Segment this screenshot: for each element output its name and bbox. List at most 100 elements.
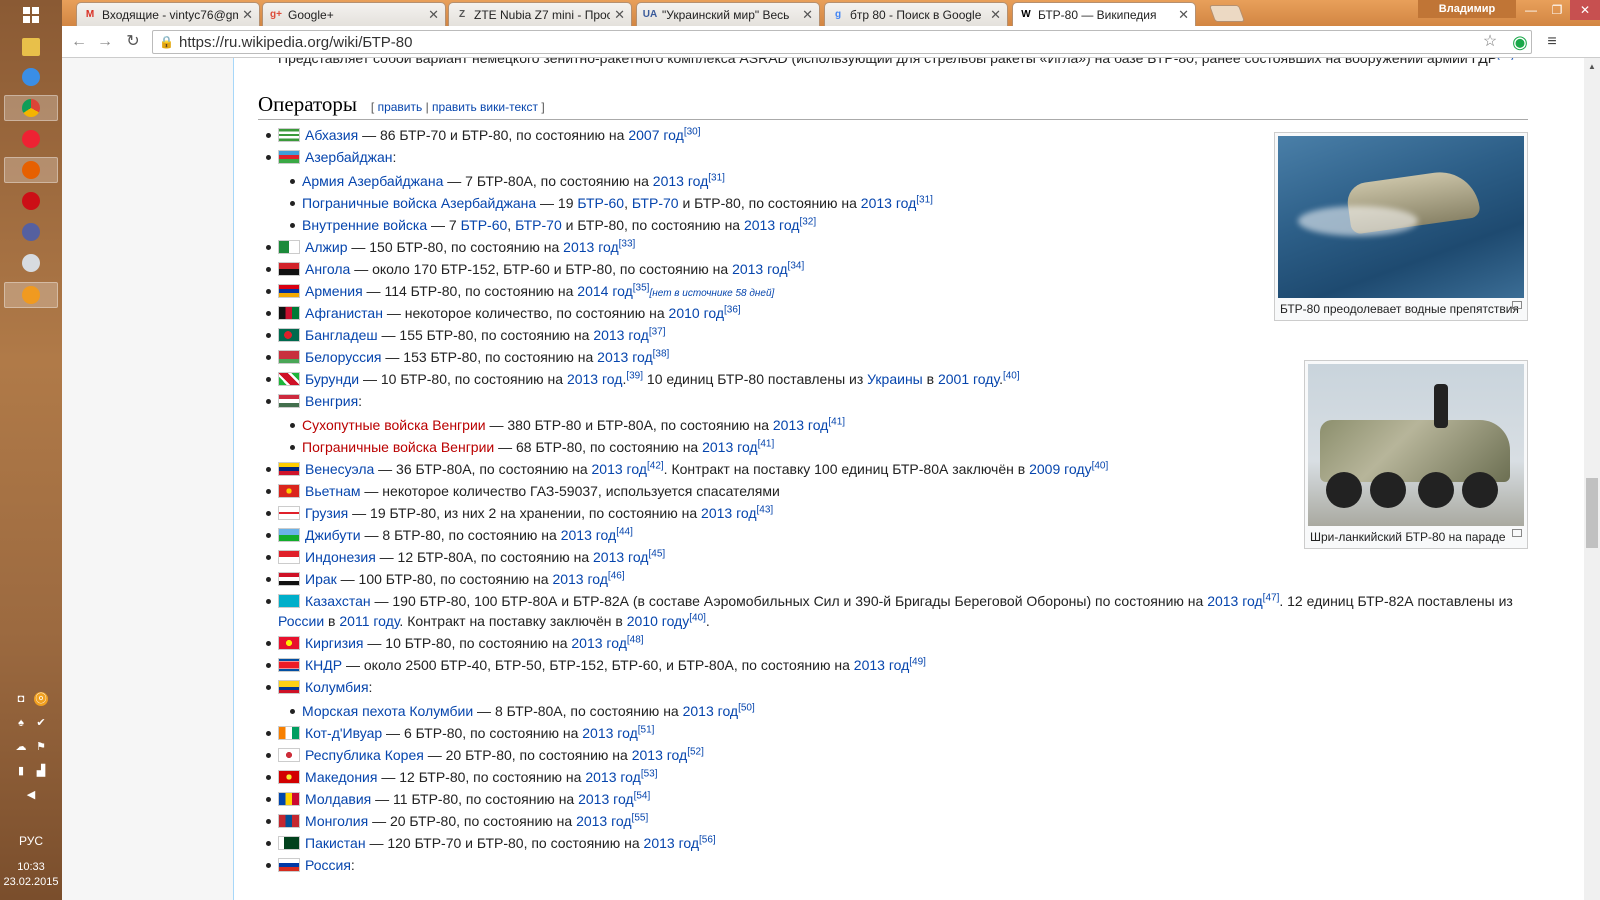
wiki-link[interactable]: Колумбия — [305, 679, 369, 695]
wiki-redlink[interactable]: Пограничные войска Венгрии — [302, 439, 494, 455]
reference-link[interactable]: [45] — [648, 548, 665, 559]
reference-link[interactable]: [51] — [638, 724, 655, 735]
close-tab-icon[interactable]: ✕ — [802, 7, 813, 23]
wiki-link[interactable]: Вьетнам — [305, 483, 361, 499]
wiki-link[interactable]: Кот-д'Ивуар — [305, 725, 382, 741]
wiki-link[interactable]: 2013 год — [702, 439, 757, 455]
wiki-link[interactable]: Индонезия — [305, 549, 376, 565]
wiki-link[interactable]: 2013 год — [592, 461, 647, 477]
taskbar-firefox[interactable] — [4, 157, 58, 183]
wiki-link[interactable]: Ангола — [305, 261, 350, 277]
wiki-link[interactable]: Венесуэла — [305, 461, 374, 477]
wiki-redlink[interactable]: Сухопутные войска Венгрии — [302, 417, 486, 433]
reference-link[interactable]: [46] — [608, 570, 625, 581]
wiki-link[interactable]: 2013 год — [561, 527, 616, 543]
wiki-link[interactable]: Абхазия — [305, 127, 358, 143]
shield-icon[interactable]: ✔ — [34, 716, 48, 730]
reference-link[interactable]: [40] — [689, 612, 706, 623]
wiki-link[interactable]: 2013 год — [861, 195, 916, 211]
wiki-link[interactable]: 2013 год — [683, 703, 738, 719]
bookmark-star-icon[interactable]: ☆ — [1480, 32, 1500, 52]
reference-link[interactable]: [41] — [758, 438, 775, 449]
reference-link[interactable]: [36] — [724, 304, 741, 315]
tab-1[interactable]: g+ Google+ ✕ — [262, 2, 446, 26]
reference-link[interactable]: [31] — [916, 194, 933, 205]
wiki-link[interactable]: 2013 год — [854, 657, 909, 673]
wiki-link[interactable]: 2013 год — [597, 349, 652, 365]
wiki-link[interactable]: Македония — [305, 769, 377, 785]
close-window-button[interactable]: ✕ — [1570, 0, 1600, 20]
close-tab-icon[interactable]: ✕ — [1178, 7, 1189, 23]
wiki-link[interactable]: Пакистан — [305, 835, 366, 851]
wiki-link[interactable]: БТР-60 — [461, 217, 508, 233]
wiki-link[interactable]: 2011 году — [339, 613, 399, 629]
taskbar-chrome[interactable] — [4, 95, 58, 121]
wiki-link[interactable]: 2013 год — [578, 791, 633, 807]
btr-water-image[interactable] — [1278, 136, 1524, 298]
flag-icon[interactable]: ⚑ — [34, 740, 48, 754]
wiki-link[interactable]: 2013 год — [593, 327, 648, 343]
enlarge-icon[interactable] — [1512, 301, 1522, 309]
reference-link[interactable]: [40] — [1003, 370, 1020, 381]
reference-link[interactable]: [35] — [633, 282, 650, 293]
wiki-link[interactable]: 2013 год — [732, 261, 787, 277]
wiki-link[interactable]: 2013 год — [644, 835, 699, 851]
maximize-button[interactable]: ❐ — [1544, 0, 1570, 20]
wiki-link[interactable]: 2013 год — [632, 747, 687, 763]
reference-link[interactable]: [54] — [634, 790, 651, 801]
wiki-link[interactable]: 2007 год — [628, 127, 683, 143]
profile-button[interactable]: Владимир — [1418, 0, 1516, 18]
wiki-link[interactable]: Афганистан — [305, 305, 383, 321]
edit-source-link[interactable]: править вики-текст — [432, 100, 538, 114]
taskbar-opera[interactable] — [4, 188, 58, 214]
minimize-button[interactable]: — — [1518, 0, 1544, 20]
reference-link[interactable]: [55] — [632, 812, 649, 823]
enlarge-icon[interactable] — [1512, 529, 1522, 537]
wiki-link[interactable]: Украины — [867, 371, 923, 387]
taskbar-explorer[interactable] — [4, 34, 58, 60]
tab-4[interactable]: g бтр 80 - Поиск в Google ✕ — [824, 2, 1008, 26]
wiki-link[interactable]: 2013 год — [1207, 593, 1262, 609]
reference-link[interactable]: [34] — [788, 260, 805, 271]
wiki-link[interactable]: 2014 год — [577, 283, 632, 299]
language-indicator[interactable]: РУС — [0, 834, 62, 848]
reference-link[interactable]: [39] — [626, 370, 643, 381]
edit-link[interactable]: править — [378, 100, 423, 114]
new-tab-button[interactable] — [1208, 5, 1246, 22]
citation-note[interactable]: [нет в источнике 58 дней] — [649, 288, 774, 299]
wiki-link[interactable]: Армения — [305, 283, 363, 299]
reference-link[interactable]: [42] — [647, 460, 664, 471]
extension-icon[interactable]: ◉ — [1510, 32, 1530, 52]
wiki-link[interactable]: 2010 году — [627, 613, 689, 629]
reference-link[interactable]: [37] — [649, 326, 666, 337]
reference-link[interactable]: [43] — [757, 504, 774, 515]
volume-icon[interactable]: ◀ — [24, 788, 38, 802]
wiki-link[interactable]: Республика Корея — [305, 747, 424, 763]
wiki-link[interactable]: Грузия — [305, 505, 348, 521]
address-bar[interactable]: 🔒 https://ru.wikipedia.org/wiki/БТР-80 — [152, 30, 1532, 54]
wiki-link[interactable]: Белоруссия — [305, 349, 382, 365]
wiki-link[interactable]: Бангладеш — [305, 327, 378, 343]
forward-button[interactable]: → — [94, 32, 116, 52]
wiki-link[interactable]: 2001 году — [938, 371, 999, 387]
wiki-link[interactable]: Армия Азербайджана — [302, 173, 443, 189]
reference-link[interactable]: [44] — [616, 526, 633, 537]
tab-0[interactable]: M Входящие - vintyc76@gm ✕ — [76, 2, 260, 26]
wiki-link[interactable]: БТР-70 — [632, 195, 679, 211]
close-tab-icon[interactable]: ✕ — [614, 7, 625, 23]
reference-link[interactable]: [38] — [653, 348, 670, 359]
reference-link[interactable]: [32] — [799, 216, 816, 227]
wiki-link[interactable]: БТР-70 — [515, 217, 562, 233]
wiki-link[interactable]: Ирак — [305, 571, 337, 587]
back-button[interactable]: ← — [68, 32, 90, 52]
wiki-link[interactable]: 2013 год — [552, 571, 607, 587]
wiki-link[interactable]: Джибути — [305, 527, 361, 543]
wiki-link[interactable]: 2013 год — [773, 417, 828, 433]
reload-button[interactable]: ↻ — [122, 32, 144, 52]
wiki-link[interactable]: Монголия — [305, 813, 368, 829]
reference-link[interactable]: [56] — [699, 834, 716, 845]
wiki-link[interactable]: 2013 год — [593, 549, 648, 565]
wiki-link[interactable]: 2013 год — [701, 505, 756, 521]
wiki-link[interactable]: 2013 год — [563, 239, 618, 255]
wiki-link[interactable]: Азербайджан — [305, 149, 393, 165]
